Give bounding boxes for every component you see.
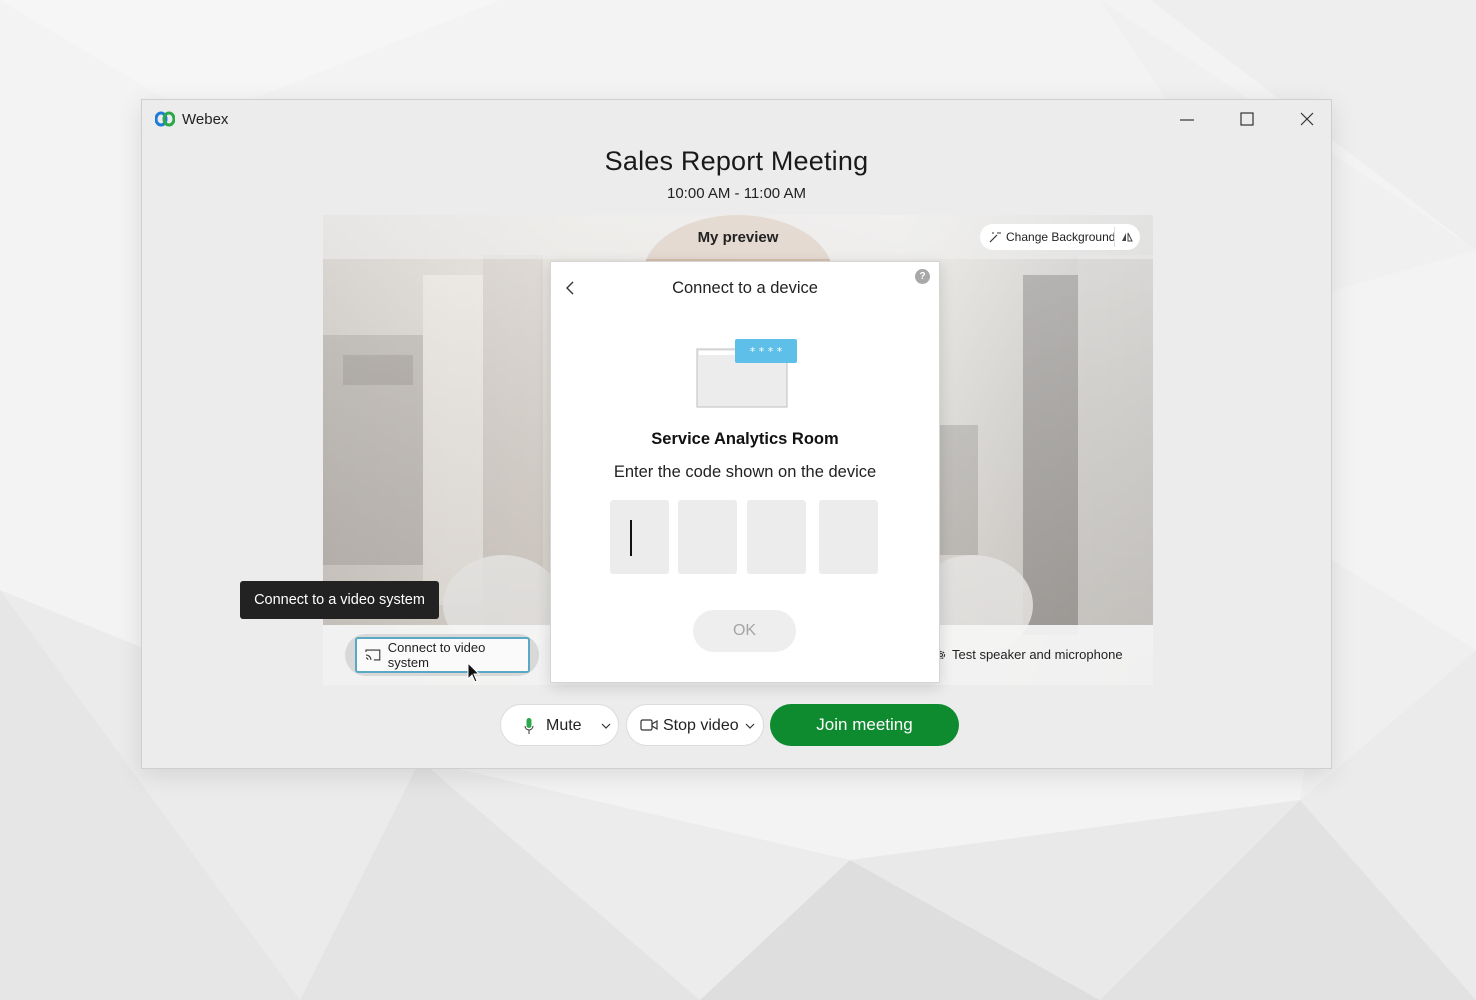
mouse-cursor-icon bbox=[467, 662, 481, 683]
change-background-button[interactable]: Change Background bbox=[980, 224, 1140, 250]
webex-logo-icon bbox=[155, 111, 175, 127]
mirror-icon[interactable] bbox=[1121, 231, 1133, 243]
join-meeting-button[interactable]: Join meeting bbox=[770, 704, 959, 746]
video-camera-icon bbox=[640, 719, 658, 731]
mute-label: Mute bbox=[546, 717, 582, 734]
device-code-illustration: * * * * bbox=[696, 339, 797, 408]
connect-video-system-button[interactable]: Connect to video system bbox=[355, 637, 530, 673]
tooltip: Connect to a video system bbox=[240, 581, 439, 619]
cast-icon bbox=[365, 649, 381, 661]
magic-wand-icon bbox=[989, 232, 1001, 243]
code-digit-input-2[interactable] bbox=[678, 500, 737, 574]
title-bar: Webex bbox=[142, 100, 1331, 140]
code-digit-input-1[interactable] bbox=[610, 500, 669, 574]
code-instruction: Enter the code shown on the device bbox=[613, 463, 877, 481]
meeting-time: 10:00 AM - 11:00 AM bbox=[667, 185, 806, 202]
webex-window: Webex Sales Report Meeting 10:00 AM - 11… bbox=[141, 99, 1332, 769]
mute-button[interactable]: Mute bbox=[500, 704, 619, 746]
test-speaker-button[interactable]: Test speaker and microphone bbox=[935, 647, 1123, 662]
chevron-down-icon[interactable] bbox=[744, 720, 756, 732]
chevron-down-icon[interactable] bbox=[600, 720, 612, 732]
meeting-title: Sales Report Meeting bbox=[604, 146, 869, 176]
dialog-title: Connect to a device bbox=[672, 279, 818, 297]
room-name: Service Analytics Room bbox=[651, 430, 839, 448]
text-caret bbox=[630, 520, 632, 556]
close-icon[interactable] bbox=[1294, 108, 1320, 132]
separator bbox=[1114, 227, 1115, 247]
connect-device-dialog: Connect to a device ? * * * * Service An… bbox=[550, 261, 940, 683]
stop-video-button[interactable]: Stop video bbox=[626, 704, 764, 746]
minimize-icon[interactable] bbox=[1174, 108, 1200, 132]
app-name: Webex bbox=[182, 111, 229, 128]
stop-video-label: Stop video bbox=[663, 717, 739, 734]
ok-button[interactable]: OK bbox=[693, 610, 796, 652]
code-digit-input-4[interactable] bbox=[819, 500, 878, 574]
connect-video-system-label: Connect to video system bbox=[387, 640, 486, 670]
test-speaker-label: Test speaker and microphone bbox=[952, 647, 1123, 662]
change-background-label: Change Background bbox=[1006, 230, 1116, 244]
microphone-icon bbox=[524, 718, 534, 734]
maximize-icon[interactable] bbox=[1234, 108, 1260, 132]
illustration-code: * * * * bbox=[750, 345, 783, 358]
code-digit-input-3[interactable] bbox=[747, 500, 806, 574]
help-icon[interactable]: ? bbox=[915, 269, 930, 284]
